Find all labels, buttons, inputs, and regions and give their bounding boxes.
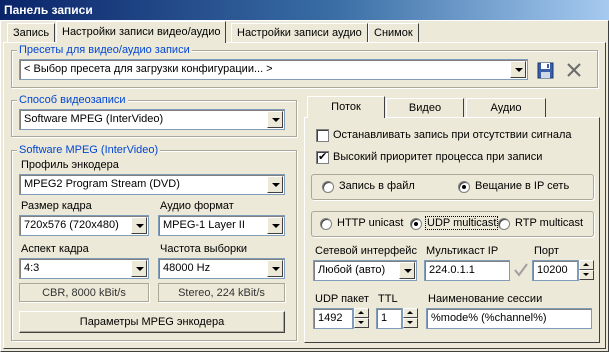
stop-on-no-signal-label: Останавливать запись при отсутствии сигн… [333,129,572,141]
port-input[interactable]: 10200 [532,260,578,281]
port-value: 10200 [537,264,568,276]
mode-ip-radio[interactable] [458,181,470,193]
spin-down-icon[interactable] [403,318,418,328]
multicast-ip-input[interactable]: 224.0.1.1 [424,260,510,281]
stop-on-no-signal-checkbox[interactable] [316,129,329,142]
udp-packet-value: 1492 [318,312,343,324]
rtp-multicast-label: RTP multicast [515,217,584,229]
network-interface-label: Сетевой интерфейс [315,245,417,257]
preset-select[interactable]: < Выбор пресета для загрузки конфигураци… [19,59,528,80]
port-label: Порт [534,245,559,257]
presets-legend: Пресеты для видео/аудио записи [17,44,192,56]
encoder-profile-value: MPEG2 Program Stream (DVD) [24,178,180,190]
tab-video[interactable]: Видео [386,98,464,117]
close-icon[interactable] [563,59,585,81]
mpeg-encoder-params-button[interactable]: Параметры MPEG энкодера [19,311,285,333]
session-name-input[interactable]: %mode% (%channel%) [426,308,592,329]
software-mpeg-legend: Software MPEG (InterVideo) [17,144,161,156]
save-icon[interactable] [535,59,557,81]
window-title: Панель записи [0,0,609,20]
aspect-value: 4:3 [24,262,40,274]
audio-format-value: MPEG-1 Layer II [163,219,245,231]
network-interface-value: Любой (авто) [318,264,386,276]
capture-method-select[interactable]: Software MPEG (InterVideo) [19,109,285,130]
checkmark-icon[interactable] [513,262,529,278]
ttl-label: TTL [378,293,398,305]
chevron-down-icon[interactable] [399,262,415,279]
ttl-spinner[interactable] [402,308,418,329]
rtp-multicast-radio[interactable] [498,218,510,230]
frame-size-value: 720x576 (720x480) [24,219,119,231]
high-priority-checkbox[interactable] [316,150,329,164]
tab-snapshot[interactable]: Снимок [368,23,419,42]
video-bitrate-info: CBR, 8000 kBit/s [19,283,149,302]
encoder-profile-label: Профиль энкодера [21,159,119,171]
audio-format-label: Аудио формат [160,200,234,212]
sample-rate-select[interactable]: 48000 Hz [158,258,285,279]
udp-multicast-label: UDP multicast [425,216,499,230]
chevron-down-icon[interactable] [131,260,147,277]
tab-stream[interactable]: Поток [307,96,385,118]
preset-select-value: < Выбор пресета для загрузки конфигураци… [24,63,273,75]
spin-down-icon[interactable] [579,270,594,280]
mode-file-radio[interactable] [322,181,334,193]
audio-format-select[interactable]: MPEG-1 Layer II [158,215,285,236]
multicast-ip-label: Мультикаст IP [426,245,499,257]
mode-file-label: Запись в файл [339,180,415,192]
capture-method-legend: Способ видеозаписи [17,94,128,106]
tab-audio[interactable]: Аудио [466,98,546,117]
sample-rate-label: Частота выборки [160,243,248,255]
session-name-label: Наименование сессии [428,293,543,305]
tab-record[interactable]: Запись [7,23,56,42]
chevron-down-icon[interactable] [267,111,283,128]
aspect-select[interactable]: 4:3 [19,258,149,279]
http-unicast-radio[interactable] [320,218,332,230]
high-priority-label: Высокий приоритет процесса при записи [333,151,543,163]
session-name-value: %mode% (%channel%) [431,312,547,324]
network-interface-select[interactable]: Любой (авто) [313,260,417,281]
udp-packet-spinner[interactable] [353,308,369,329]
chevron-down-icon[interactable] [510,61,526,78]
tab-audio-settings[interactable]: Настройки записи аудио [231,23,368,42]
capture-method-value: Software MPEG (InterVideo) [24,113,164,125]
mode-ip-label: Вещание в IP сеть [475,180,570,192]
sample-rate-value: 48000 Hz [163,262,211,274]
audio-bitrate-info: Stereo, 224 kBit/s [158,283,285,302]
udp-packet-input[interactable]: 1492 [313,308,353,329]
http-unicast-label: HTTP unicast [337,217,404,229]
spin-up-icon[interactable] [403,308,418,318]
frame-size-label: Размер кадра [21,200,92,212]
aspect-label: Аспект кадра [21,243,89,255]
chevron-down-icon[interactable] [131,217,147,234]
chevron-down-icon[interactable] [267,260,283,277]
spin-up-icon[interactable] [354,308,369,318]
ttl-input[interactable]: 1 [376,308,402,329]
spin-up-icon[interactable] [579,260,594,270]
tab-video-audio-settings[interactable]: Настройки записи видео/аудио [56,21,227,43]
spin-down-icon[interactable] [354,318,369,328]
ttl-value: 1 [381,312,388,324]
chevron-down-icon[interactable] [267,217,283,234]
multicast-ip-value: 224.0.1.1 [429,264,475,276]
udp-packet-label: UDP пакет [315,293,369,305]
chevron-down-icon[interactable] [267,176,283,193]
udp-multicast-radio[interactable] [410,218,422,230]
frame-size-select[interactable]: 720x576 (720x480) [19,215,149,236]
port-spinner[interactable] [578,260,594,281]
encoder-profile-select[interactable]: MPEG2 Program Stream (DVD) [19,174,285,195]
